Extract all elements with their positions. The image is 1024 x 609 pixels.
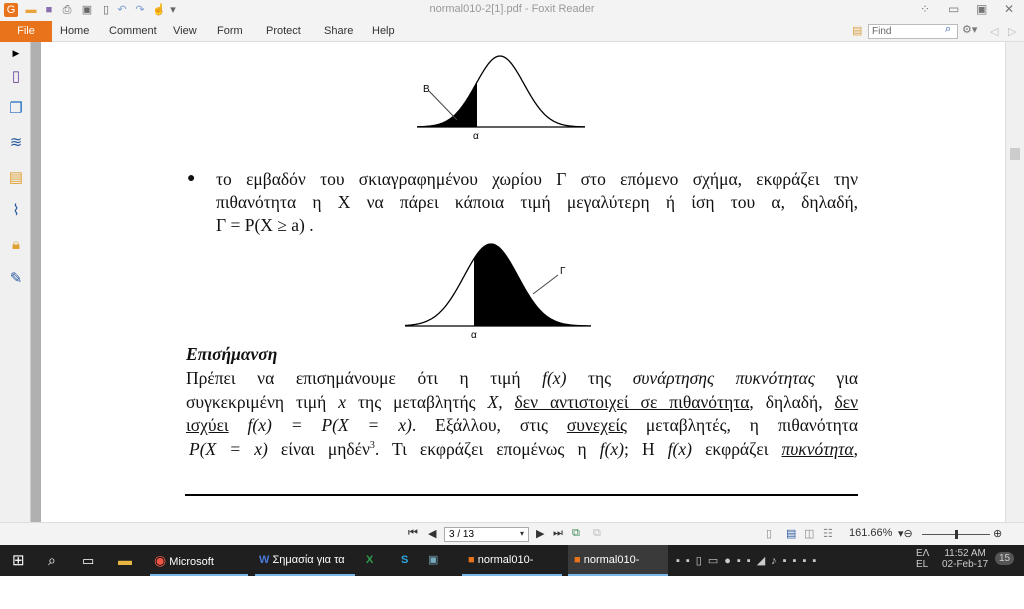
window-title: normal010-2[1].pdf - Foxit Reader — [429, 3, 595, 15]
language-indicator[interactable]: ΕΛ EL — [916, 548, 929, 570]
next-view-icon[interactable]: ⧉ — [593, 527, 601, 540]
zoom-slider-handle[interactable] — [955, 530, 958, 539]
label-alpha: α — [473, 131, 479, 139]
clock[interactable]: 11:52 AM 02-Feb-17 — [942, 548, 988, 570]
layers-icon[interactable]: ≋ — [7, 134, 25, 152]
bullet-line-3: Γ = P(X ≥ a) . — [216, 215, 314, 235]
figure-right-tail: Γ α — [404, 243, 591, 340]
taskbar-word[interactable]: W Σημασία για τα ... — [255, 545, 355, 597]
label-alpha: α — [471, 330, 477, 340]
skype-icon[interactable]: S — [401, 545, 408, 576]
page-number-input[interactable]: 3 / 13 — [444, 527, 529, 542]
facing-page-icon[interactable]: ◫ — [804, 527, 814, 540]
footnote-separator — [185, 494, 858, 496]
label-pointer — [532, 274, 559, 295]
menu-bar: File Home Comment View Form Protect Shar… — [0, 21, 1024, 42]
chrome-icon: ◉ — [154, 552, 167, 568]
shaded-area-gamma — [474, 244, 591, 326]
start-icon[interactable]: ⊞ — [12, 545, 25, 576]
normal-curve — [417, 55, 586, 128]
foxit-icon: ■ — [574, 554, 581, 566]
signature-icon[interactable]: ✎ — [7, 270, 25, 288]
minimize-button[interactable]: ▭ — [948, 2, 959, 16]
menu-view[interactable]: View — [173, 25, 197, 37]
zoom-in-icon[interactable]: ⊕ — [993, 527, 1002, 540]
continuous-facing-icon[interactable]: ☷ — [823, 527, 833, 540]
taskbar-foxit-2[interactable]: ■ normal010-2[1].... — [568, 545, 668, 597]
bullet-line-1: το εμβαδόν του σκιαγραφημένου χωρίου Γ σ… — [216, 169, 858, 189]
section-heading: Επισήμανση — [186, 344, 278, 364]
bullet-icon: ● — [187, 171, 196, 186]
menu-home[interactable]: Home — [60, 25, 89, 37]
vertical-scrollbar[interactable] — [1005, 42, 1024, 522]
app-icon[interactable]: ▣ — [428, 545, 438, 576]
zoom-level[interactable]: 161.66% — [849, 527, 892, 539]
bullet-line-2: πιθανότητα η X να πάρει κάποια τιμή μεγα… — [216, 192, 858, 212]
system-tray-icons[interactable]: ▪▪▯▭●▪▪◢♪▪▪▪▪ — [676, 554, 822, 567]
menu-comment[interactable]: Comment — [109, 25, 157, 37]
paragraph-line-4: P(X = x) είναι μηδέν3. Τι εκφράζει επομέ… — [189, 439, 858, 459]
taskbar: ⊞ ⌕ ▭ ▬ ◉ Microsoft Word... W Σημασία γι… — [0, 545, 1024, 599]
paragraph-line-2: συγκεκριμένη τιμή x της μεταβλητής X, δε… — [186, 392, 859, 412]
notification-center-icon[interactable]: 15 — [995, 552, 1015, 565]
label-gamma: Γ — [560, 266, 566, 277]
next-result-icon[interactable]: ▷ — [1008, 25, 1016, 38]
page-dropdown-icon[interactable]: ▾ — [520, 529, 524, 538]
next-page-icon[interactable]: ▶ — [536, 527, 544, 540]
first-page-icon[interactable]: ⏮ — [408, 527, 418, 540]
previous-view-icon[interactable]: ⧉ — [572, 527, 580, 540]
last-page-icon[interactable]: ⏭ — [553, 527, 563, 540]
task-view-icon[interactable]: ▭ — [82, 545, 94, 576]
ribbon-toggle-icon[interactable]: ⁘ — [920, 2, 930, 16]
attachment-icon[interactable]: ⌇ — [7, 202, 25, 220]
single-page-icon[interactable]: ▯ — [766, 527, 772, 540]
maximize-button[interactable]: ▣ — [976, 2, 987, 16]
taskbar-foxit-1[interactable]: ■ normal010-2[1].... — [462, 545, 562, 597]
scrollbar-thumb[interactable] — [1010, 148, 1020, 160]
search-icon[interactable]: ⌕ — [48, 545, 56, 576]
menu-protect[interactable]: Protect — [266, 25, 301, 37]
bookmark-icon[interactable]: ▯ — [7, 68, 25, 86]
previous-page-icon[interactable]: ◀ — [428, 527, 436, 540]
gear-icon[interactable]: ⚙▾ — [962, 23, 977, 36]
continuous-page-icon[interactable]: ▤ — [786, 527, 796, 540]
pages-icon[interactable]: ❐ — [7, 100, 25, 118]
paragraph-line-1: Πρέπει να επισημάνουμε ότι η τιμή f(x) τ… — [186, 368, 859, 388]
paragraph-line-3: ισχύει f(x) = P(X = x). Εξάλλου, στις συ… — [186, 415, 858, 435]
title-bar: G ▬ ■ ⎙ ▣ ▯ ↶ ↷ ☝ ▾ normal010-2[1].pdf -… — [0, 0, 1024, 21]
document-page: B α ● το εμβαδόν του σκιαγραφημένου χωρί… — [41, 42, 1005, 522]
previous-result-icon[interactable]: ◁ — [990, 25, 998, 38]
taskbar-chrome[interactable]: ◉ Microsoft Word... — [150, 545, 248, 599]
close-button[interactable]: ✕ — [1004, 2, 1014, 16]
comments-icon[interactable]: ▤ — [7, 169, 25, 187]
menu-help[interactable]: Help — [372, 25, 395, 37]
expand-panel-icon[interactable]: ▶ — [7, 44, 25, 62]
status-bar: ⏮ ◀ 3 / 13 ▾ ▶ ⏭ ⧉ ⧉ ▯ ▤ ◫ ☷ 161.66% ▾⊖ … — [0, 522, 1024, 545]
zoom-dropdown-icon[interactable]: ▾⊖ — [898, 527, 913, 540]
menu-share[interactable]: Share — [324, 25, 353, 37]
find-tool-icon[interactable]: ▤ — [852, 24, 862, 37]
menu-form[interactable]: Form — [217, 25, 243, 37]
word-icon: W — [259, 554, 270, 566]
security-icon[interactable]: 🔒︎ — [7, 236, 25, 254]
panel-scrollbar[interactable] — [31, 42, 41, 522]
search-icon[interactable]: ⌕ — [945, 23, 951, 36]
label-b: B — [423, 84, 430, 95]
file-menu[interactable]: File — [0, 21, 52, 42]
file-explorer-icon[interactable]: ▬ — [118, 545, 132, 576]
navigation-panel: ▶ ▯ ❐ ≋ ▤ ⌇ 🔒︎ ✎ — [0, 42, 31, 522]
foxit-icon: ■ — [468, 554, 475, 566]
excel-icon[interactable]: X — [366, 545, 373, 576]
label-pointer — [428, 90, 458, 121]
figure-left-tail: B α — [417, 55, 586, 139]
